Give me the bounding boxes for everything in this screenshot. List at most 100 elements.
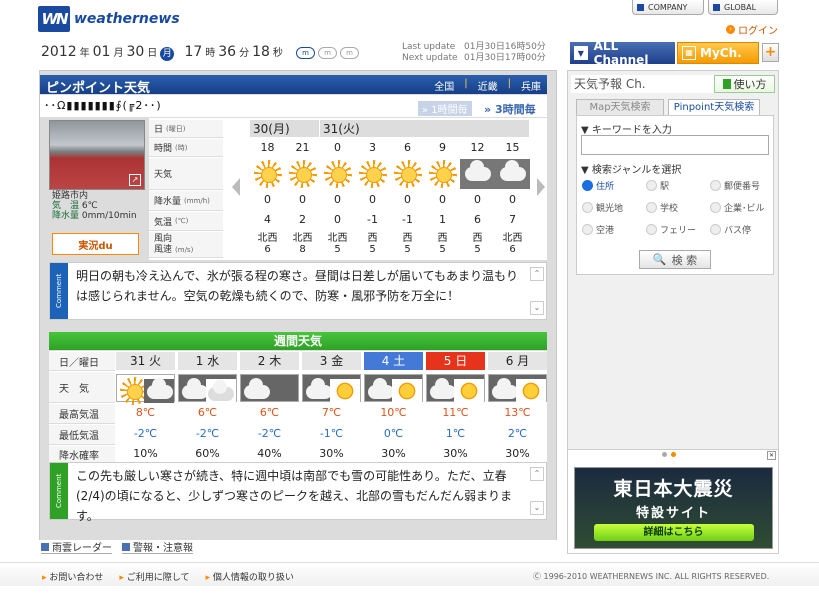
wind-speed: 5 bbox=[369, 244, 376, 255]
wind-dir: 北西 bbox=[327, 233, 348, 244]
cloud-icon bbox=[492, 378, 518, 399]
copyright: Ⓒ 1996-2010 WEATHERNEWS INC. ALL RIGHTS … bbox=[533, 572, 770, 581]
genre-radio-6[interactable]: 企業･ビル bbox=[710, 200, 768, 215]
wind-dir: 北西 bbox=[502, 233, 523, 244]
expand-icon[interactable]: ↗ bbox=[129, 174, 141, 186]
temp-cell: 7 bbox=[509, 213, 516, 226]
radio-icon bbox=[710, 202, 721, 213]
week-day-header: 5 日 bbox=[426, 352, 485, 370]
prev-arrow-icon[interactable] bbox=[232, 178, 240, 196]
genre-radio-8[interactable]: フェリー bbox=[646, 222, 704, 237]
live-camera-image[interactable]: ↗ bbox=[49, 120, 145, 190]
font-size-medium[interactable]: m bbox=[318, 47, 337, 59]
genre-radio-9[interactable]: バス停 bbox=[710, 222, 768, 237]
wind-dir: 北西 bbox=[292, 233, 313, 244]
hour-cell: 3 bbox=[369, 141, 376, 154]
all-channel-tab[interactable]: ▼ ALL Channel bbox=[570, 39, 675, 67]
week-lo: -2℃ bbox=[133, 427, 158, 440]
weekly-forecast-title: 週間天気 bbox=[49, 332, 547, 350]
banner-pager[interactable] bbox=[662, 452, 676, 457]
genre-radio-3[interactable]: 郵便番号 bbox=[710, 178, 768, 193]
global-button[interactable]: GLOBAL bbox=[708, 0, 778, 15]
font-size-small[interactable]: m bbox=[296, 47, 315, 59]
company-button[interactable]: COMPANY bbox=[632, 0, 704, 15]
daily-comment: Comment 明日の朝も冷え込んで、氷が張る程の寒さ。昼間は日差しが届いてもあ… bbox=[49, 262, 547, 320]
update-info: Last update 01月30日16時50分 Next update 01月30… bbox=[402, 42, 546, 63]
banner-details-button[interactable]: 詳細はこちら bbox=[593, 524, 754, 541]
crumb-hyogo[interactable]: 兵庫 bbox=[521, 78, 541, 93]
breadcrumb: 全国 | 近畿 | 兵庫 bbox=[434, 78, 541, 93]
cloud-icon bbox=[499, 160, 526, 181]
howto-button[interactable]: 使い方 bbox=[714, 75, 775, 93]
company-icon bbox=[637, 3, 644, 11]
pager-dot-active[interactable] bbox=[671, 452, 676, 457]
wind-cell: 北西 8 bbox=[285, 233, 320, 255]
terms-link[interactable]: ご利用に際して bbox=[119, 570, 190, 583]
contact-link[interactable]: お問い合わせ bbox=[42, 570, 103, 583]
weathernews-logo[interactable]: WN weathernews bbox=[38, 4, 180, 34]
temp-cell: 1 bbox=[439, 213, 446, 226]
rain-cell: 0 bbox=[264, 193, 271, 206]
hour-cell: 18 bbox=[260, 141, 275, 154]
scroll-up-icon[interactable]: ⌃ bbox=[530, 267, 544, 281]
scroll-down-icon[interactable]: ⌄ bbox=[530, 301, 544, 315]
privacy-link[interactable]: 個人情報の取り扱い bbox=[206, 570, 294, 583]
genre-radio-4[interactable]: 観光地 bbox=[582, 200, 640, 215]
camera-info: 姫路市内 気 温 6℃ 降水量 0mm/10min bbox=[52, 191, 137, 221]
row-label-wind: 風向 風速 (m/s) bbox=[149, 232, 223, 258]
row-label-temp: 気温 (℃) bbox=[149, 212, 223, 231]
genre-radio-5[interactable]: 学校 bbox=[646, 200, 704, 215]
scroll-down-icon[interactable]: ⌄ bbox=[530, 501, 544, 515]
wind-dir: 西 bbox=[472, 233, 483, 244]
bottom-links: 雨雲レーダー 警報・注意報 bbox=[39, 540, 557, 554]
row-label-rain: 降水量 (mm/h) bbox=[149, 191, 223, 211]
keyword-label: ▼ キーワードを入力 bbox=[581, 125, 672, 136]
current-datetime: 2012 年 01 月 30 日 月 17 時 36 分 18 秒 bbox=[41, 44, 283, 61]
warnings-link[interactable]: 警報・注意報 bbox=[122, 540, 193, 554]
radio-icon bbox=[646, 202, 657, 213]
genre-label: ▼ 検索ジャンルを選択 bbox=[581, 165, 682, 176]
tab-1hour[interactable]: » 1時間毎 bbox=[418, 101, 472, 116]
week-pop: 40% bbox=[257, 447, 282, 460]
wind-dir: 北西 bbox=[257, 233, 278, 244]
login-link[interactable]: › ログイン bbox=[726, 22, 778, 37]
crumb-national[interactable]: 全国 bbox=[434, 78, 454, 93]
report-button[interactable]: 実況du bbox=[52, 233, 139, 255]
pager-dot[interactable] bbox=[662, 452, 667, 457]
my-channel-tab[interactable]: ▦ MyCh. bbox=[677, 42, 759, 64]
crumb-kinki[interactable]: 近畿 bbox=[478, 78, 498, 93]
week-weather-cell bbox=[488, 374, 547, 403]
tab-3hour[interactable]: » 3時間毎 bbox=[484, 101, 536, 117]
add-channel-button[interactable]: + bbox=[762, 43, 779, 62]
rain-radar-link[interactable]: 雨雲レーダー bbox=[41, 540, 112, 554]
hour-cell: 9 bbox=[439, 141, 446, 154]
week-lo: 1℃ bbox=[445, 427, 466, 440]
week-hi: 8℃ bbox=[135, 406, 156, 419]
close-icon[interactable]: ✕ bbox=[767, 451, 776, 460]
beginner-icon bbox=[722, 79, 731, 89]
temp-cell: 4 bbox=[264, 213, 271, 226]
sun-icon bbox=[288, 160, 317, 188]
row-label-weather: 天気 bbox=[149, 158, 223, 190]
earthquake-banner[interactable]: 東日本大震災 特設サイト 詳細はこちら bbox=[574, 467, 773, 549]
week-label-day: 日／曜日 bbox=[49, 352, 115, 371]
genre-radio-1[interactable]: 住所 bbox=[582, 178, 640, 193]
wind-speed: 6 bbox=[264, 244, 271, 255]
pinpoint-header: ピンポイント天気 全国 | 近畿 | 兵庫 bbox=[40, 75, 547, 96]
rain-cell: 0 bbox=[439, 193, 446, 206]
genre-radio-7[interactable]: 空港 bbox=[582, 222, 640, 237]
scroll-up-icon[interactable]: ⌃ bbox=[530, 467, 544, 481]
next-arrow-icon[interactable] bbox=[537, 178, 545, 196]
wind-speed: 5 bbox=[474, 244, 481, 255]
tab-map-search[interactable]: Map天気検索 bbox=[576, 99, 664, 115]
triangle-icon bbox=[122, 542, 130, 551]
wind-cell: 西5 bbox=[355, 233, 390, 255]
week-weather-cell bbox=[240, 374, 299, 402]
week-weather-cell bbox=[364, 374, 423, 403]
sun-icon bbox=[333, 379, 357, 403]
genre-radio-2[interactable]: 駅 bbox=[646, 178, 704, 193]
keyword-input[interactable] bbox=[581, 135, 769, 155]
font-size-large[interactable]: m bbox=[340, 47, 359, 59]
tab-pinpoint-search[interactable]: Pinpoint天気検索 bbox=[668, 99, 760, 115]
search-button[interactable]: 🔍 検 索 bbox=[639, 250, 711, 269]
